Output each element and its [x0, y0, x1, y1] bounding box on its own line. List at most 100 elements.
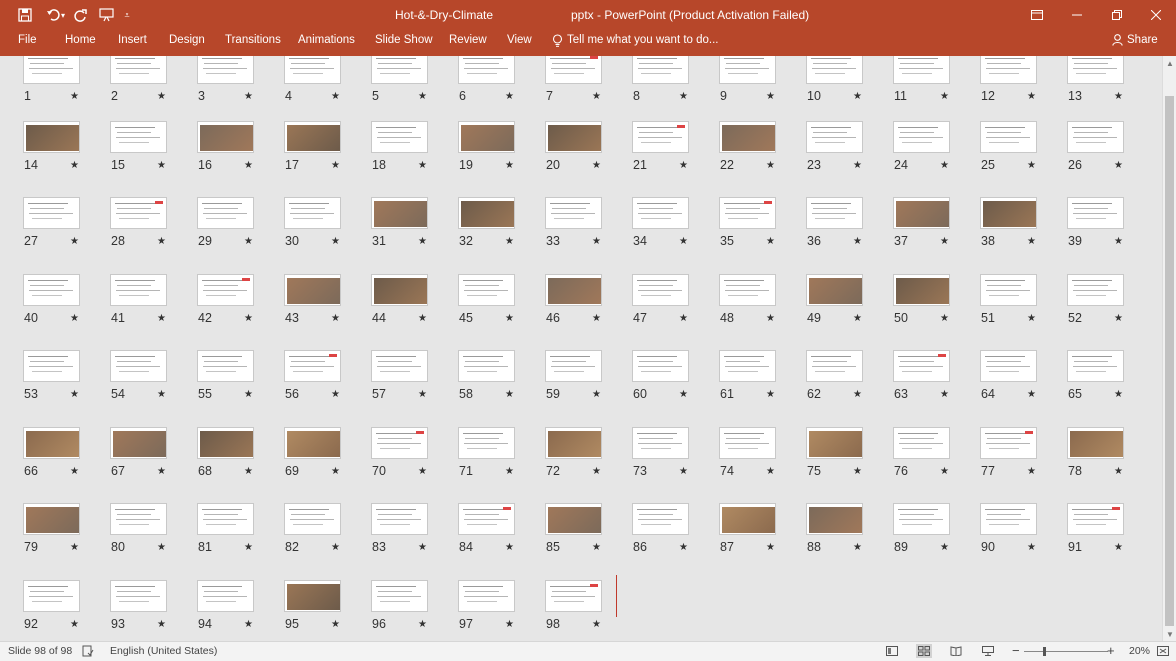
- animation-star-icon[interactable]: ★: [1027, 389, 1036, 400]
- animation-star-icon[interactable]: ★: [505, 160, 514, 171]
- slide-thumbnail[interactable]: [110, 503, 167, 535]
- animation-star-icon[interactable]: ★: [244, 91, 253, 102]
- slide-thumbnail[interactable]: [980, 427, 1037, 459]
- animation-star-icon[interactable]: ★: [70, 236, 79, 247]
- tell-me-box[interactable]: Tell me what you want to do...: [552, 34, 719, 50]
- slide-thumbnail[interactable]: [980, 121, 1037, 153]
- animation-star-icon[interactable]: ★: [940, 160, 949, 171]
- animation-star-icon[interactable]: ★: [592, 91, 601, 102]
- animation-star-icon[interactable]: ★: [70, 466, 79, 477]
- animation-star-icon[interactable]: ★: [766, 91, 775, 102]
- slide-thumbnail[interactable]: [23, 427, 80, 459]
- slide-thumbnail[interactable]: [23, 350, 80, 382]
- slide-thumbnail[interactable]: [197, 427, 254, 459]
- slide-thumbnail[interactable]: [719, 350, 776, 382]
- animation-star-icon[interactable]: ★: [679, 91, 688, 102]
- animation-star-icon[interactable]: ★: [331, 236, 340, 247]
- animation-star-icon[interactable]: ★: [70, 160, 79, 171]
- slide-thumbnail[interactable]: [371, 56, 428, 84]
- slide-thumbnail[interactable]: [458, 274, 515, 306]
- animation-star-icon[interactable]: ★: [853, 313, 862, 324]
- animation-star-icon[interactable]: ★: [1114, 313, 1123, 324]
- slide-thumbnail[interactable]: [806, 274, 863, 306]
- slide-thumbnail[interactable]: [458, 580, 515, 612]
- slide-thumbnail[interactable]: [980, 503, 1037, 535]
- slide-thumbnail[interactable]: [893, 350, 950, 382]
- animation-star-icon[interactable]: ★: [70, 619, 79, 630]
- tab-review[interactable]: Review: [447, 34, 489, 52]
- slide-thumbnail[interactable]: [110, 56, 167, 84]
- animation-star-icon[interactable]: ★: [1027, 160, 1036, 171]
- slide-thumbnail[interactable]: [893, 197, 950, 229]
- slide-thumbnail[interactable]: [1067, 197, 1124, 229]
- animation-star-icon[interactable]: ★: [418, 389, 427, 400]
- slide-thumbnail[interactable]: [806, 197, 863, 229]
- slide-thumbnail[interactable]: [458, 350, 515, 382]
- zoom-slider-knob[interactable]: [1043, 647, 1046, 656]
- animation-star-icon[interactable]: ★: [853, 236, 862, 247]
- animation-star-icon[interactable]: ★: [1027, 91, 1036, 102]
- animation-star-icon[interactable]: ★: [1114, 389, 1123, 400]
- slide-thumbnail[interactable]: [893, 121, 950, 153]
- slide-thumbnail[interactable]: [719, 274, 776, 306]
- slide-thumbnail[interactable]: [632, 274, 689, 306]
- reading-view-icon[interactable]: [948, 644, 964, 658]
- slide-show-view-icon[interactable]: [980, 644, 996, 658]
- slide-thumbnail[interactable]: [632, 121, 689, 153]
- animation-star-icon[interactable]: ★: [418, 542, 427, 553]
- tab-animations[interactable]: Animations: [296, 34, 357, 52]
- slide-thumbnail[interactable]: [371, 197, 428, 229]
- animation-star-icon[interactable]: ★: [331, 466, 340, 477]
- slide-thumbnail[interactable]: [197, 580, 254, 612]
- animation-star-icon[interactable]: ★: [70, 389, 79, 400]
- vertical-scrollbar[interactable]: ▲ ▼: [1162, 56, 1176, 641]
- slide-thumbnail[interactable]: [23, 503, 80, 535]
- slide-thumbnail[interactable]: [1067, 350, 1124, 382]
- animation-star-icon[interactable]: ★: [1027, 313, 1036, 324]
- animation-star-icon[interactable]: ★: [940, 542, 949, 553]
- slide-thumbnail[interactable]: [806, 503, 863, 535]
- customize-toolbar-icon[interactable]: ⩡: [120, 5, 134, 25]
- animation-star-icon[interactable]: ★: [592, 466, 601, 477]
- slide-thumbnail[interactable]: [632, 350, 689, 382]
- slide-thumbnail[interactable]: [110, 121, 167, 153]
- animation-star-icon[interactable]: ★: [331, 91, 340, 102]
- tab-insert[interactable]: Insert: [116, 34, 149, 52]
- slide-thumbnail[interactable]: [458, 56, 515, 84]
- slide-thumbnail[interactable]: [110, 580, 167, 612]
- slide-thumbnail[interactable]: [806, 56, 863, 84]
- scroll-down-icon[interactable]: ▼: [1163, 627, 1176, 641]
- animation-star-icon[interactable]: ★: [418, 313, 427, 324]
- slide-thumbnail[interactable]: [371, 427, 428, 459]
- animation-star-icon[interactable]: ★: [679, 389, 688, 400]
- animation-star-icon[interactable]: ★: [766, 466, 775, 477]
- slide-thumbnail[interactable]: [371, 274, 428, 306]
- animation-star-icon[interactable]: ★: [592, 389, 601, 400]
- animation-star-icon[interactable]: ★: [157, 389, 166, 400]
- close-icon[interactable]: [1136, 0, 1176, 30]
- animation-star-icon[interactable]: ★: [157, 313, 166, 324]
- scroll-thumb[interactable]: [1165, 96, 1174, 626]
- slide-thumbnail[interactable]: [719, 503, 776, 535]
- animation-star-icon[interactable]: ★: [418, 466, 427, 477]
- tab-home[interactable]: Home: [63, 34, 98, 52]
- animation-star-icon[interactable]: ★: [679, 466, 688, 477]
- slide-thumbnail[interactable]: [197, 274, 254, 306]
- slide-thumbnail[interactable]: [371, 121, 428, 153]
- animation-star-icon[interactable]: ★: [157, 542, 166, 553]
- animation-star-icon[interactable]: ★: [505, 91, 514, 102]
- tab-design[interactable]: Design: [167, 34, 207, 52]
- animation-star-icon[interactable]: ★: [505, 466, 514, 477]
- animation-star-icon[interactable]: ★: [679, 313, 688, 324]
- zoom-slider[interactable]: [1024, 651, 1108, 652]
- slide-thumbnail[interactable]: [284, 197, 341, 229]
- animation-star-icon[interactable]: ★: [679, 236, 688, 247]
- animation-star-icon[interactable]: ★: [679, 542, 688, 553]
- animation-star-icon[interactable]: ★: [505, 619, 514, 630]
- slide-thumbnail[interactable]: [284, 427, 341, 459]
- animation-star-icon[interactable]: ★: [418, 91, 427, 102]
- zoom-in-icon[interactable]: +: [1107, 643, 1115, 658]
- tab-file[interactable]: File: [16, 34, 39, 52]
- animation-star-icon[interactable]: ★: [1027, 542, 1036, 553]
- slide-thumbnail[interactable]: [893, 503, 950, 535]
